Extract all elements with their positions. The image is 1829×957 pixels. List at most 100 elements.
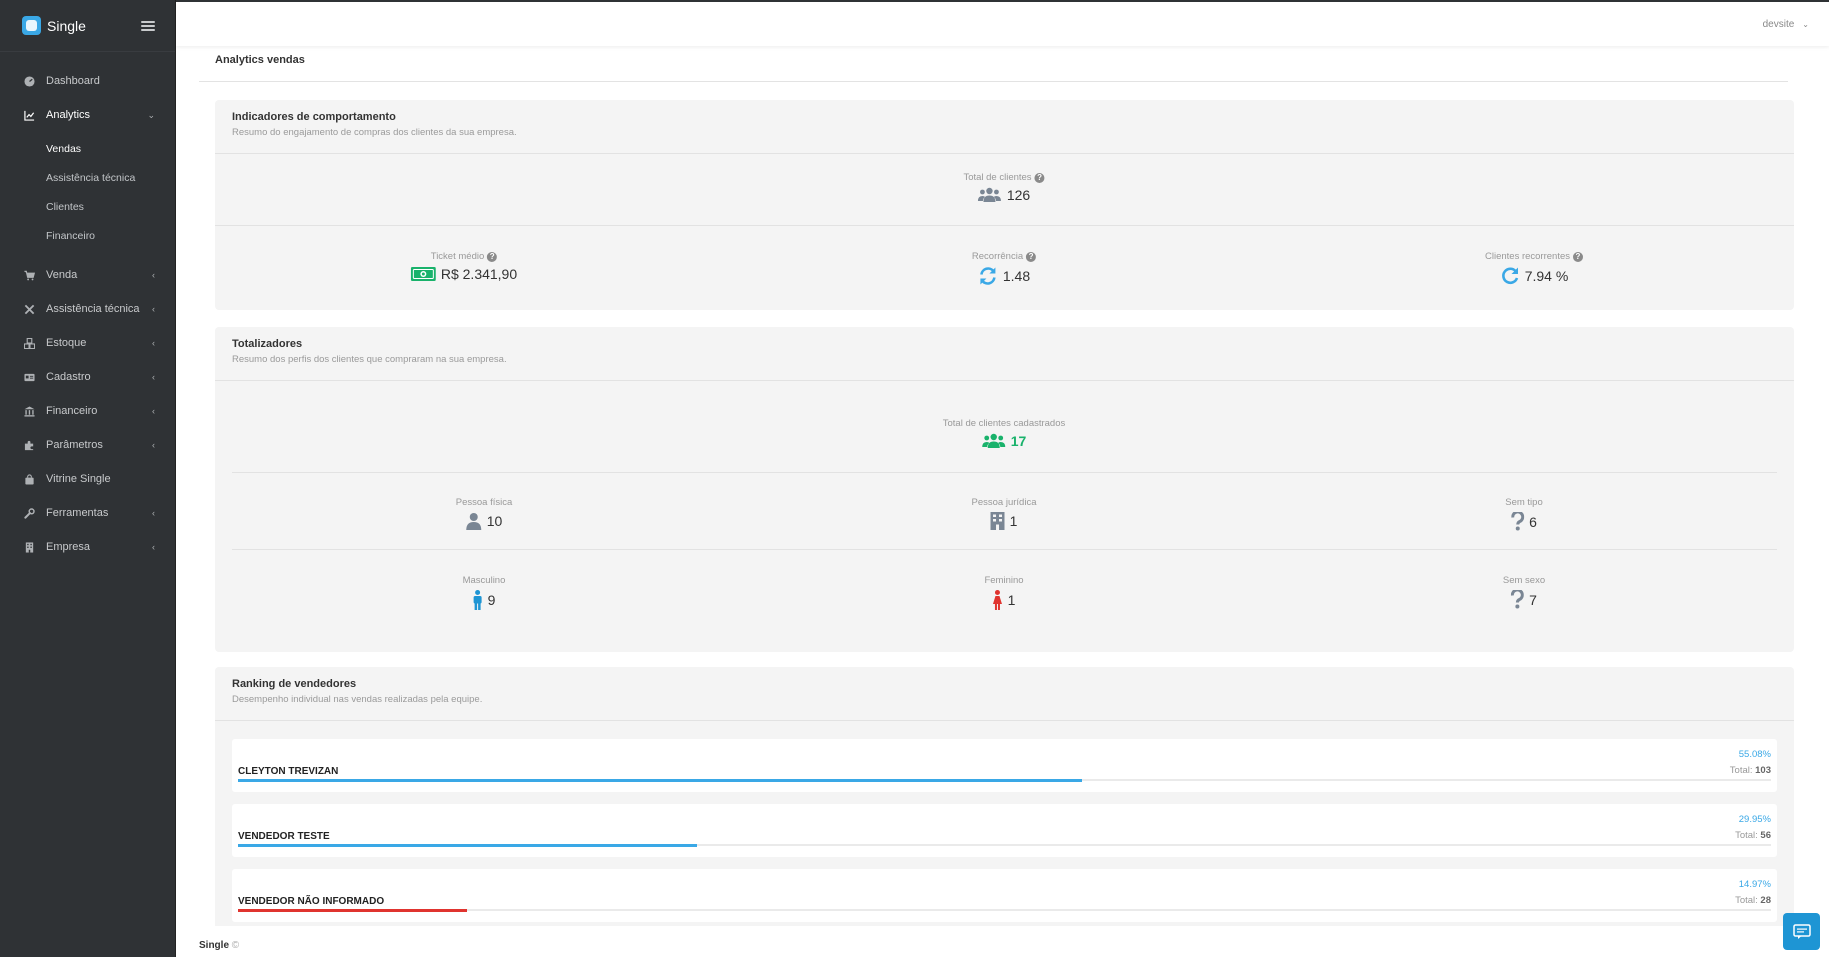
stat-clientes-recorrentes: Clientes recorrentes? 7.94 % bbox=[1485, 251, 1584, 286]
sidebar-item-label: Estoque bbox=[46, 337, 87, 349]
brand-name[interactable]: Single bbox=[47, 18, 141, 34]
stat-label: Pessoa jurídica bbox=[971, 497, 1037, 508]
total-label: Total: bbox=[1735, 830, 1758, 841]
stat-value: 6 bbox=[1529, 513, 1537, 530]
total-label: Total: bbox=[1735, 895, 1758, 906]
progress-bar bbox=[238, 779, 1083, 782]
stat-ticket-medio: Ticket médio? R$ 2.341,90 bbox=[410, 251, 518, 282]
sidebar-item-label: Financeiro bbox=[46, 405, 98, 417]
sync-icon bbox=[978, 266, 998, 286]
card-title: Ranking de vendedores bbox=[232, 678, 357, 690]
chevron-left-icon: ‹ bbox=[152, 372, 155, 382]
stat-value: R$ 2.341,90 bbox=[440, 266, 518, 282]
stat-value: 10 bbox=[486, 513, 503, 529]
stat-masculino: Masculino 9 bbox=[463, 575, 505, 610]
sidebar-item-empresa[interactable]: Empresa ‹ bbox=[0, 530, 175, 564]
card-title: Indicadores de comportamento bbox=[232, 111, 396, 123]
ranking-row[interactable]: VENDEDOR TESTE 29.95% Total: 56 bbox=[232, 804, 1777, 857]
female-icon bbox=[993, 590, 1003, 610]
ranking-row[interactable]: VENDEDOR NÃO INFORMADO 14.97% Total: 28 bbox=[232, 869, 1777, 922]
building-icon bbox=[990, 512, 1005, 530]
user-menu[interactable]: devsite ⌄ bbox=[1763, 19, 1809, 30]
sidebar-subitem-clientes[interactable]: Clientes bbox=[0, 192, 175, 221]
footer-brand: Single bbox=[199, 940, 230, 951]
chevron-down-icon: ⌄ bbox=[147, 109, 155, 120]
brand: Single bbox=[0, 0, 175, 52]
sidebar-item-assistencia[interactable]: Assistência técnica ‹ bbox=[0, 292, 175, 326]
sidebar-item-estoque[interactable]: Estoque ‹ bbox=[0, 326, 175, 360]
sidebar-subitem-vendas[interactable]: Vendas bbox=[0, 134, 175, 163]
footer: Single © bbox=[199, 940, 239, 951]
question-icon bbox=[1511, 512, 1525, 531]
progress-track bbox=[238, 779, 1771, 782]
divider bbox=[199, 81, 1788, 82]
stat-label: Ticket médio bbox=[430, 251, 485, 262]
divider bbox=[232, 472, 1777, 473]
sidebar-item-venda[interactable]: Venda ‹ bbox=[0, 258, 175, 292]
sidebar-item-analytics[interactable]: Analytics ⌄ bbox=[0, 98, 175, 132]
sidebar-item-dashboard[interactable]: Dashboard bbox=[0, 64, 175, 98]
total-value: 103 bbox=[1755, 765, 1771, 776]
card-header: Ranking de vendedores Desempenho individ… bbox=[215, 667, 1794, 721]
bag-icon bbox=[24, 473, 35, 485]
progress-bar bbox=[238, 844, 698, 847]
chevron-left-icon: ‹ bbox=[152, 508, 155, 518]
topbar: devsite ⌄ bbox=[176, 0, 1829, 46]
users-icon bbox=[978, 187, 1002, 203]
sidebar-item-label: Venda bbox=[46, 269, 78, 281]
id-card-icon bbox=[24, 372, 35, 383]
sidebar-subitem-financeiro[interactable]: Financeiro bbox=[0, 221, 175, 250]
help-icon[interactable]: ? bbox=[1026, 251, 1037, 262]
sidebar-subitem-assistencia[interactable]: Assistência técnica bbox=[0, 163, 175, 192]
sidebar-item-label: Assistência técnica bbox=[46, 303, 140, 315]
chevron-left-icon: ‹ bbox=[152, 406, 155, 416]
help-icon[interactable]: ? bbox=[487, 251, 498, 262]
chat-icon bbox=[1792, 923, 1811, 939]
single-logo-icon[interactable] bbox=[22, 16, 41, 35]
cubes-icon bbox=[24, 337, 35, 349]
chat-button[interactable] bbox=[1783, 913, 1820, 950]
help-icon[interactable]: ? bbox=[1573, 251, 1584, 262]
sidebar-item-vitrine[interactable]: Vitrine Single bbox=[0, 462, 175, 496]
male-icon bbox=[473, 590, 483, 610]
stat-pessoa-juridica: Pessoa jurídica 1 bbox=[971, 497, 1037, 530]
users-icon bbox=[982, 433, 1006, 449]
stat-value: 1 bbox=[1009, 513, 1018, 529]
stat-value: 126 bbox=[1006, 187, 1031, 203]
user-icon bbox=[466, 512, 482, 530]
seller-name: CLEYTON TREVIZAN bbox=[238, 766, 339, 777]
bank-icon bbox=[24, 405, 35, 417]
help-icon[interactable]: ? bbox=[1034, 172, 1045, 183]
sidebar-item-financeiro[interactable]: Financeiro ‹ bbox=[0, 394, 175, 428]
stat-value: 7 bbox=[1529, 591, 1537, 608]
chevron-left-icon: ‹ bbox=[152, 304, 155, 314]
progress-track bbox=[238, 844, 1771, 847]
stat-sem-sexo: Sem sexo 7 bbox=[1503, 575, 1545, 609]
card-header: Indicadores de comportamento Resumo do e… bbox=[215, 100, 1794, 154]
seller-name: VENDEDOR NÃO INFORMADO bbox=[238, 896, 385, 907]
divider bbox=[215, 225, 1794, 226]
sidebar-item-ferramentas[interactable]: Ferramentas ‹ bbox=[0, 496, 175, 530]
seller-total: Total: 56 bbox=[1735, 830, 1771, 841]
tools-icon bbox=[24, 304, 35, 315]
stat-sem-tipo: Sem tipo 6 bbox=[1505, 497, 1543, 531]
sidebar-item-parametros[interactable]: Parâmetros ‹ bbox=[0, 428, 175, 462]
total-label: Total: bbox=[1729, 765, 1753, 776]
chevron-down-icon: ⌄ bbox=[1802, 19, 1809, 29]
dashboard-icon bbox=[24, 75, 35, 87]
stat-label: Sem sexo bbox=[1502, 575, 1546, 586]
sidebar-item-label: Analytics bbox=[46, 109, 91, 121]
wrench-icon bbox=[24, 507, 35, 519]
stat-clientes-cadastrados: Total de clientes cadastrados 17 bbox=[943, 418, 1066, 449]
seller-ranking-card: Ranking de vendedores Desempenho individ… bbox=[215, 667, 1794, 926]
seller-percent: 29.95% bbox=[1738, 814, 1771, 825]
sidebar-item-cadastro[interactable]: Cadastro ‹ bbox=[0, 360, 175, 394]
progress-track bbox=[238, 909, 1771, 912]
stat-label: Feminino bbox=[984, 575, 1024, 586]
card-subtitle: Desempenho individual nas vendas realiza… bbox=[232, 694, 483, 705]
menu-toggle-icon[interactable] bbox=[141, 20, 155, 31]
seller-percent: 14.97% bbox=[1738, 879, 1771, 890]
divider bbox=[232, 549, 1777, 550]
chart-line-icon bbox=[24, 110, 35, 121]
ranking-row[interactable]: CLEYTON TREVIZAN 55.08% Total: 103 bbox=[232, 739, 1777, 792]
